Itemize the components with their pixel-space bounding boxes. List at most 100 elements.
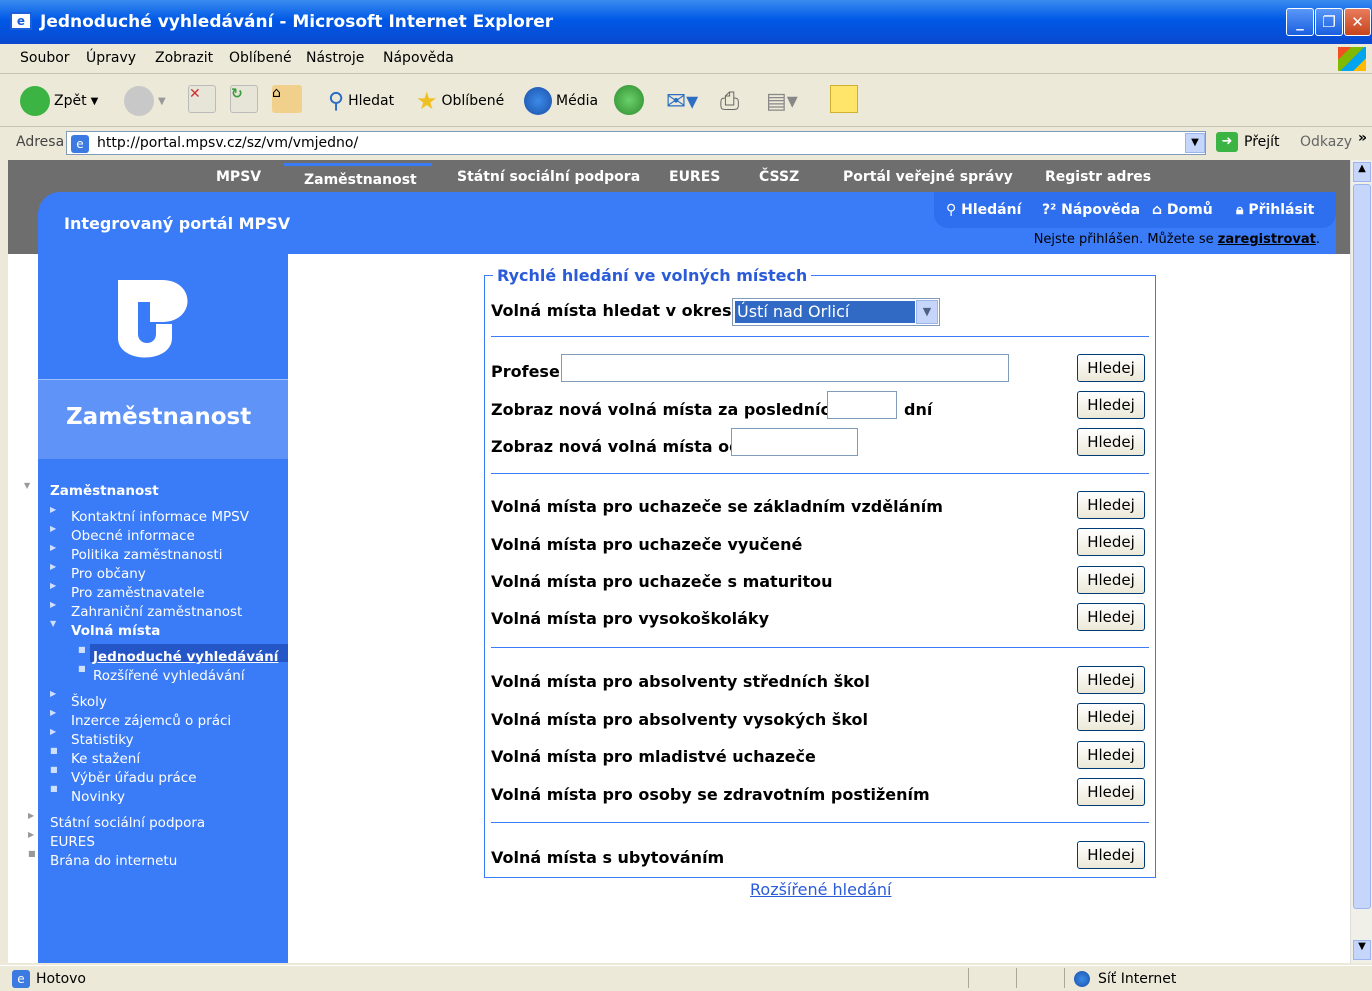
forward-button[interactable]: ▼ xyxy=(124,85,166,117)
left-item-brana[interactable]: Brána do internetu xyxy=(50,853,177,869)
nav-registr-adres[interactable]: Registr adres xyxy=(1045,169,1151,185)
windows-logo-icon xyxy=(1338,47,1366,71)
favorites-button[interactable]: ★ Oblíbené xyxy=(416,85,504,117)
hledej-button-mladistve[interactable]: Hledej xyxy=(1077,741,1145,769)
left-sub-rozsirene[interactable]: Rozšířené vyhledávání xyxy=(93,668,245,684)
left-item-inzerce[interactable]: Inzerce zájemců o práci xyxy=(71,713,231,729)
scroll-thumb[interactable] xyxy=(1353,184,1371,909)
left-item-volna-mista[interactable]: Volná místa xyxy=(71,623,160,639)
print-icon[interactable]: ⎙ xyxy=(720,85,739,117)
address-label: Adresa xyxy=(16,134,65,150)
left-menu: Zaměstnanost ▼ ▶ Kontaktní informace MPS… xyxy=(24,459,288,963)
help-link[interactable]: ?² Nápověda xyxy=(1042,202,1140,218)
section-banner: Zaměstnanost xyxy=(38,379,288,459)
advanced-search-link[interactable]: Rozšířené hledání xyxy=(750,880,891,899)
menu-soubor[interactable]: Soubor xyxy=(20,50,70,66)
chevron-down-icon[interactable]: ▼ xyxy=(916,300,938,324)
left-item-statistiky[interactable]: Statistiky xyxy=(71,732,134,748)
chevron-right-icon[interactable]: » xyxy=(1358,130,1367,146)
maximize-button[interactable]: ❐ xyxy=(1315,8,1343,36)
left-item-pro-zamestnavatele[interactable]: Pro zaměstnavatele xyxy=(71,585,205,601)
address-input[interactable]: e http://portal.mpsv.cz/sz/vm/vmjedno/ ▼ xyxy=(66,131,1206,155)
search-button[interactable]: ⚲ Hledat xyxy=(328,85,394,117)
left-item-skoly[interactable]: Školy xyxy=(71,694,107,710)
from-date-input[interactable] xyxy=(731,428,858,456)
hledej-button-absolventi-vs[interactable]: Hledej xyxy=(1077,703,1145,731)
left-column: Zaměstnanost Zaměstnanost ▼ ▶ Kontaktní … xyxy=(8,254,288,963)
login-link[interactable]: 🔒︎ Přihlásit xyxy=(1236,202,1314,218)
edit-icon[interactable]: ▤▾ xyxy=(766,85,798,117)
menu-upravy[interactable]: Úpravy xyxy=(86,50,136,66)
media-button[interactable]: Média xyxy=(524,85,598,117)
messenger-icon[interactable] xyxy=(830,85,858,113)
menu-zobrazit[interactable]: Zobrazit xyxy=(155,50,213,66)
bullet-icon: ■ xyxy=(28,849,36,858)
home-link[interactable]: ⌂ Domů xyxy=(1152,202,1213,218)
row-label: Volná místa pro vysokoškoláky xyxy=(491,609,769,628)
nav-mpsv[interactable]: MPSV xyxy=(216,169,261,185)
profese-input[interactable] xyxy=(561,354,1009,382)
close-button[interactable]: ✕ xyxy=(1344,8,1371,36)
nav-eures[interactable]: EURES xyxy=(669,169,720,185)
menu-oblibene[interactable]: Oblíbené xyxy=(229,50,292,66)
window-title: Jednoduché vyhledávání - Microsoft Inter… xyxy=(40,12,554,32)
minimize-button[interactable]: _ xyxy=(1286,8,1314,36)
home-icon[interactable]: ⌂ xyxy=(272,85,302,113)
chevron-down-icon: ▼ xyxy=(50,619,57,628)
hledej-button-vysokoskolaky[interactable]: Hledej xyxy=(1077,603,1145,631)
hledej-button-absolventi-ss[interactable]: Hledej xyxy=(1077,666,1145,694)
left-item-zahranicni[interactable]: Zahraniční zaměstnanost xyxy=(71,604,242,620)
go-button[interactable]: ➜ Přejít xyxy=(1216,132,1280,152)
toolbar: Zpět ▼ ▼ ✕ ↻ ⌂ ⚲ Hledat ★ Oblíbené Média … xyxy=(0,75,1372,127)
menu-nastroje[interactable]: Nástroje xyxy=(306,50,364,66)
search-icon: ⚲ xyxy=(946,202,962,218)
days-input[interactable] xyxy=(827,391,897,419)
refresh-icon[interactable]: ↻ xyxy=(230,85,258,113)
title-bar: e Jednoduché vyhledávání - Microsoft Int… xyxy=(0,0,1372,44)
search-link[interactable]: ⚲ Hledání xyxy=(946,202,1021,218)
globe-icon xyxy=(1074,971,1090,987)
links-label[interactable]: Odkazy xyxy=(1300,134,1352,150)
nav-zamestnanost[interactable]: Zaměstnanost xyxy=(284,163,432,192)
ie-window-icon: e xyxy=(10,12,32,30)
mpsv-logo xyxy=(38,254,288,379)
address-dropdown-icon[interactable]: ▼ xyxy=(1185,133,1205,153)
hledej-button-profese[interactable]: Hledej xyxy=(1077,354,1145,382)
nav-cssz[interactable]: ČSSZ xyxy=(759,169,799,185)
left-item-obecne[interactable]: Obecné informace xyxy=(71,528,195,544)
left-item-kontaktni[interactable]: Kontaktní informace MPSV xyxy=(71,509,249,525)
left-item-vyber-uradu[interactable]: Výběr úřadu práce xyxy=(71,770,197,786)
help-icon: ?² xyxy=(1042,202,1062,218)
bullet-icon: ▶ xyxy=(50,689,57,698)
form-legend: Rychlé hledání ve volných místech xyxy=(493,266,812,285)
back-button[interactable]: Zpět ▼ xyxy=(20,85,98,117)
scroll-up-icon[interactable]: ▲ xyxy=(1353,162,1371,182)
hledej-button-ztp[interactable]: Hledej xyxy=(1077,778,1145,806)
left-item-politika[interactable]: Politika zaměstnanosti xyxy=(71,547,222,563)
hledej-button-vyucene[interactable]: Hledej xyxy=(1077,528,1145,556)
menu-heading-zamestnanost[interactable]: Zaměstnanost xyxy=(50,483,159,499)
left-sub-jednoduche[interactable]: Jednoduché vyhledávání xyxy=(93,649,278,665)
left-item-ke-stazeni[interactable]: Ke stažení xyxy=(71,751,140,767)
nav-statni-socialni-podpora[interactable]: Státní sociální podpora xyxy=(457,169,640,185)
nav-portal-verejne-spravy[interactable]: Portál veřejné správy xyxy=(843,169,1013,185)
hledej-button-ubytovani[interactable]: Hledej xyxy=(1077,841,1145,869)
left-item-statni-podpora[interactable]: Státní sociální podpora xyxy=(50,815,205,831)
status-bar: e Hotovo Síť Internet xyxy=(0,965,1372,991)
vertical-scrollbar[interactable]: ▲ ▼ xyxy=(1350,160,1372,963)
scroll-down-icon[interactable]: ▼ xyxy=(1353,940,1371,960)
mail-icon[interactable]: ✉▾ xyxy=(666,85,698,117)
hledej-button-days[interactable]: Hledej xyxy=(1077,391,1145,419)
history-icon[interactable] xyxy=(614,85,644,115)
hledej-button-zakladni[interactable]: Hledej xyxy=(1077,491,1145,519)
left-item-novinky[interactable]: Novinky xyxy=(71,789,125,805)
left-item-eures[interactable]: EURES xyxy=(50,834,95,850)
district-select[interactable]: Ústí nad Orlicí ▼ xyxy=(732,298,940,326)
hledej-button-maturita[interactable]: Hledej xyxy=(1077,566,1145,594)
menu-bar: Soubor Úpravy Zobrazit Oblíbené Nástroje… xyxy=(0,44,1372,74)
stop-icon[interactable]: ✕ xyxy=(188,85,216,113)
menu-napoveda[interactable]: Nápověda xyxy=(383,50,454,66)
register-link[interactable]: zaregistrovat xyxy=(1218,232,1316,247)
left-item-pro-obcany[interactable]: Pro občany xyxy=(71,566,146,582)
hledej-button-from[interactable]: Hledej xyxy=(1077,428,1145,456)
